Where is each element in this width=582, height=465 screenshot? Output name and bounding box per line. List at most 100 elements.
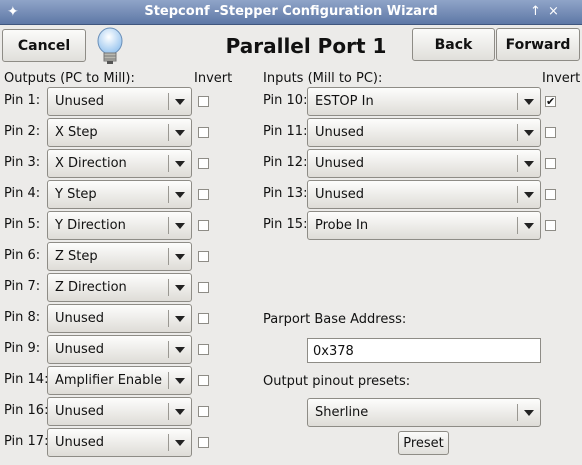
inputs-invert-checkbox[interactable] [545,158,556,169]
inputs-pin-select[interactable]: Unused [307,180,541,209]
dropdown-arrow-icon [524,161,534,167]
inputs-invert-checkbox[interactable] [545,220,556,231]
dropdown-arrow-icon [175,440,185,446]
outputs-pin-select[interactable]: Z Step [47,242,192,271]
cancel-button[interactable]: Cancel [2,29,86,62]
maximize-icon[interactable]: ↑ [527,3,544,20]
preset-button[interactable]: Preset [398,431,449,455]
back-button[interactable]: Back [412,28,495,61]
outputs-pin-label: Pin 5: [4,217,41,232]
lightbulb-icon [97,27,123,64]
title-bar: ✦ Stepconf -Stepper Configuration Wizard… [0,0,582,25]
outputs-invert-checkbox[interactable] [198,189,209,200]
dropdown-arrow-icon [175,99,185,105]
outputs-invert-header: Invert [194,71,233,86]
outputs-pin-select[interactable]: Z Direction [47,273,192,302]
outputs-invert-checkbox[interactable] [198,437,209,448]
inputs-pin-select[interactable]: Unused [307,149,541,178]
dropdown-arrow-icon [175,409,185,415]
inputs-pin-label: Pin 15: [263,217,308,232]
outputs-invert-checkbox[interactable] [198,313,209,324]
inputs-pin-label: Pin 10: [263,93,308,108]
outputs-header: Outputs (PC to Mill): [4,71,135,86]
dropdown-arrow-icon [175,130,185,136]
pin-select-value: X Direction [55,156,127,171]
inputs-pin-select[interactable]: Unused [307,118,541,147]
pin-select-value: Z Direction [55,280,127,295]
pin-select-value: Probe In [315,218,369,233]
pin-select-value: Unused [55,342,105,357]
inputs-pin-label: Pin 13: [263,186,308,201]
outputs-invert-checkbox[interactable] [198,251,209,262]
dropdown-arrow-icon [175,192,185,198]
pin-select-value: ESTOP In [315,94,374,109]
outputs-pin-select[interactable]: Y Direction [47,211,192,240]
dropdown-arrow-icon [175,378,185,384]
parport-base-label: Parport Base Address: [263,312,407,327]
outputs-pin-select[interactable]: X Direction [47,149,192,178]
pin-select-value: Unused [55,311,105,326]
outputs-pin-select[interactable]: Unused [47,304,192,333]
outputs-pin-select[interactable]: Unused [47,397,192,426]
outputs-pin-label: Pin 4: [4,186,41,201]
dropdown-arrow-icon [175,347,185,353]
pin-select-value: Y Direction [55,218,126,233]
outputs-invert-checkbox[interactable] [198,344,209,355]
outputs-invert-checkbox[interactable] [198,96,209,107]
dropdown-arrow-icon [175,254,185,260]
outputs-pin-label: Pin 1: [4,93,41,108]
dropdown-arrow-icon [524,130,534,136]
dropdown-arrow-icon [524,410,534,416]
preset-select[interactable]: Sherline [307,398,541,427]
outputs-pin-label: Pin 3: [4,155,41,170]
pin-select-value: Unused [55,404,105,419]
outputs-pin-label: Pin 14: [4,372,49,387]
outputs-invert-checkbox[interactable] [198,375,209,386]
inputs-invert-checkbox[interactable] [545,189,556,200]
dropdown-arrow-icon [175,223,185,229]
outputs-pin-label: Pin 9: [4,341,41,356]
pin-select-value: Unused [315,156,365,171]
dropdown-arrow-icon [524,223,534,229]
pin-select-value: Z Step [55,249,98,264]
close-icon[interactable]: × [545,3,562,20]
inputs-header: Inputs (Mill to PC): [263,71,383,86]
pin-select-value: X Step [55,125,98,140]
outputs-pin-select[interactable]: Y Step [47,180,192,209]
pin-select-value: Amplifier Enable [55,373,162,388]
preset-select-value: Sherline [315,405,369,420]
outputs-invert-checkbox[interactable] [198,406,209,417]
inputs-pin-label: Pin 11: [263,124,308,139]
pin-select-value: Y Step [55,187,97,202]
inputs-invert-checkbox[interactable] [545,127,556,138]
pin-select-value: Unused [315,187,365,202]
outputs-invert-checkbox[interactable] [198,282,209,293]
dropdown-arrow-icon [175,316,185,322]
outputs-pin-label: Pin 8: [4,310,41,325]
parport-base-field[interactable]: 0x378 [307,338,541,363]
dropdown-arrow-icon [175,285,185,291]
outputs-pin-select[interactable]: Unused [47,335,192,364]
outputs-pin-label: Pin 7: [4,279,41,294]
dropdown-arrow-icon [524,99,534,105]
outputs-invert-checkbox[interactable] [198,127,209,138]
pin-select-value: Unused [55,435,105,450]
outputs-pin-select[interactable]: Unused [47,428,192,457]
parport-base-value: 0x378 [313,344,354,359]
presets-label: Output pinout presets: [263,374,411,389]
pin-select-value: Unused [315,125,365,140]
outputs-invert-checkbox[interactable] [198,220,209,231]
outputs-pin-select[interactable]: Unused [47,87,192,116]
outputs-invert-checkbox[interactable] [198,158,209,169]
inputs-pin-select[interactable]: ESTOP In [307,87,541,116]
outputs-pin-select[interactable]: Amplifier Enable [47,366,192,395]
outputs-pin-select[interactable]: X Step [47,118,192,147]
outputs-pin-label: Pin 16: [4,403,49,418]
outputs-pin-label: Pin 17: [4,434,49,449]
pin-select-value: Unused [55,94,105,109]
inputs-pin-select[interactable]: Probe In [307,211,541,240]
dropdown-arrow-icon [524,192,534,198]
forward-button[interactable]: Forward [496,28,580,61]
page-title: Parallel Port 1 [225,34,387,58]
inputs-invert-checkbox[interactable]: ✔ [545,96,556,107]
